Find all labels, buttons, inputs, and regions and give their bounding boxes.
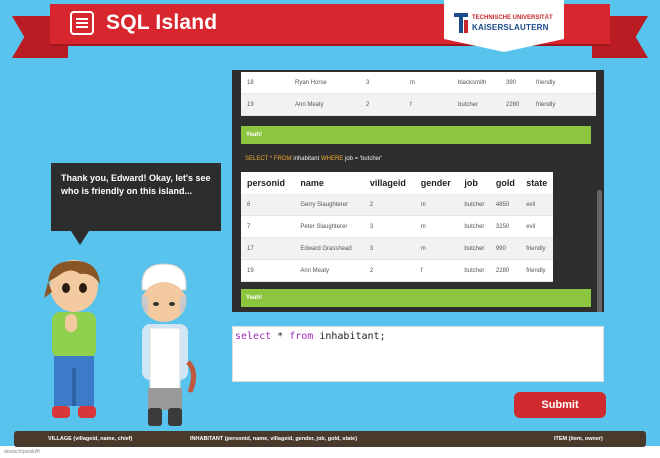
table-cell: 18 (241, 72, 289, 94)
result-table: personid name villageid gender job gold … (241, 172, 553, 282)
column-header: gold (495, 178, 515, 188)
table-cell: m (414, 194, 459, 216)
executed-query: SELECT * FROM inhabitant WHERE job = 'bu… (245, 156, 382, 162)
table-cell: 3 (363, 237, 415, 260)
table-cell: 2 (363, 194, 415, 216)
table-cell: 17 (241, 237, 295, 260)
sql-editor[interactable]: select * from inhabitant; (232, 326, 604, 382)
success-message: Yeah! (241, 289, 591, 307)
editor-operator: * (277, 331, 284, 342)
table-cell: 6 (241, 194, 295, 216)
table-cell: 2 (360, 93, 404, 116)
sql-star: * (269, 156, 273, 162)
table-cell: f (414, 259, 459, 282)
results-panel[interactable]: 18 Ryan Horse 3 m blacksmith 390 friendl… (232, 70, 604, 312)
table-cell: friendly (520, 259, 553, 282)
column-header: personid (247, 178, 286, 188)
player-character (44, 260, 100, 418)
table-cell: Ann Meaty (294, 259, 364, 282)
table-cell: 19 (241, 259, 295, 282)
table-cell: 390 (500, 72, 530, 94)
table-cell: evil (520, 215, 553, 238)
table-cell: 2280 (500, 93, 530, 116)
language-links[interactable]: deutsch/polski/fr (4, 449, 40, 455)
table-cell: Ryan Horse (289, 72, 360, 94)
game-stage: SQL Island TECHNISCHE UNIVERSITÄT KAISER… (0, 0, 660, 447)
column-header: state (526, 178, 548, 188)
table-cell: 7 (241, 215, 295, 238)
editor-text: inhabitant; (319, 331, 386, 342)
table-cell: 2280 (489, 259, 521, 282)
table-cell: friendly (520, 237, 553, 260)
university-line2: KAISERSLAUTERN (472, 23, 549, 32)
table-cell: 3 (363, 215, 415, 238)
table-cell: butcher (458, 259, 490, 282)
header-banner: SQL Island TECHNISCHE UNIVERSITÄT KAISER… (50, 0, 610, 52)
schema-village[interactable]: VILLAGE (villageid, name, chief) (48, 431, 132, 447)
table-row: 18 Ryan Horse 3 m blacksmith 390 friendl… (241, 72, 596, 94)
sql-condition: job = 'butcher' (344, 156, 383, 162)
table-cell: m (414, 215, 459, 238)
table-cell: blacksmith (452, 72, 500, 94)
table-cell: Ann Meaty (289, 93, 360, 116)
schema-item[interactable]: ITEM (item, owner) (554, 431, 603, 447)
table-cell: m (404, 72, 452, 94)
table-cell: Peter Slaughterer (294, 215, 364, 238)
table-cell: 19 (241, 93, 289, 116)
university-logo[interactable]: TECHNISCHE UNIVERSITÄT KAISERSLAUTERN (444, 0, 564, 52)
table-row: 7 Peter Slaughterer 3 m butcher 3250 evi… (241, 215, 553, 238)
university-line1: TECHNISCHE UNIVERSITÄT (472, 15, 553, 21)
table-cell: butcher (458, 194, 490, 216)
success-message: Yeah! (241, 126, 591, 144)
app-title: SQL Island (106, 11, 218, 34)
table-row: 19 Ann Meaty 2 f butcher 2280 friendly (241, 259, 553, 282)
editor-keyword: select (235, 331, 272, 342)
schema-inhabitant[interactable]: INHABITANT (personid, name, villageid, g… (190, 431, 357, 447)
table-cell: evil (520, 194, 553, 216)
column-header: job (464, 178, 478, 188)
table-row: 6 Gerry Slaughterer 2 m butcher 4850 evi… (241, 194, 553, 216)
table-cell: 990 (489, 237, 521, 260)
menu-icon[interactable] (70, 11, 94, 35)
butcher-character (141, 263, 196, 426)
submit-button[interactable]: Submit (514, 392, 606, 418)
table-header: personid name villageid gender job gold … (241, 172, 553, 194)
table-row: 17 Edward Grasshead 3 m butcher 990 frie… (241, 237, 553, 260)
table-cell: Gerry Slaughterer (294, 194, 364, 216)
editor-keyword: from (289, 331, 314, 342)
table-row: 19 Ann Meaty 2 f butcher 2280 friendly (241, 93, 596, 116)
speech-bubble: Thank you, Edward! Okay, let's see who i… (51, 163, 221, 245)
table-cell: friendly (530, 72, 596, 94)
table-cell: friendly (530, 93, 596, 116)
sql-table: inhabitant (293, 156, 320, 162)
table-cell: 2 (363, 259, 415, 282)
table-cell: butcher (458, 215, 490, 238)
column-header: name (300, 178, 324, 188)
tu-logo-icon (454, 13, 468, 33)
table-cell: 3250 (489, 215, 521, 238)
table-cell: butcher (458, 237, 490, 260)
sql-keyword: WHERE (320, 156, 344, 162)
column-header: villageid (369, 178, 406, 188)
table-cell: m (414, 237, 459, 260)
table-cell: Edward Grasshead (294, 237, 364, 260)
column-header: gender (420, 178, 451, 188)
table-cell: 3 (360, 72, 404, 94)
sql-keyword: FROM (273, 156, 292, 162)
table-cell: 4850 (489, 194, 521, 216)
schema-bar: VILLAGE (villageid, name, chief) INHABIT… (14, 431, 646, 447)
table-cell: butcher (452, 93, 500, 116)
results-scrollbar[interactable] (597, 190, 602, 312)
previous-result-table: 18 Ryan Horse 3 m blacksmith 390 friendl… (241, 72, 596, 116)
table-cell: f (404, 93, 452, 116)
sql-keyword: SELECT (245, 156, 269, 162)
